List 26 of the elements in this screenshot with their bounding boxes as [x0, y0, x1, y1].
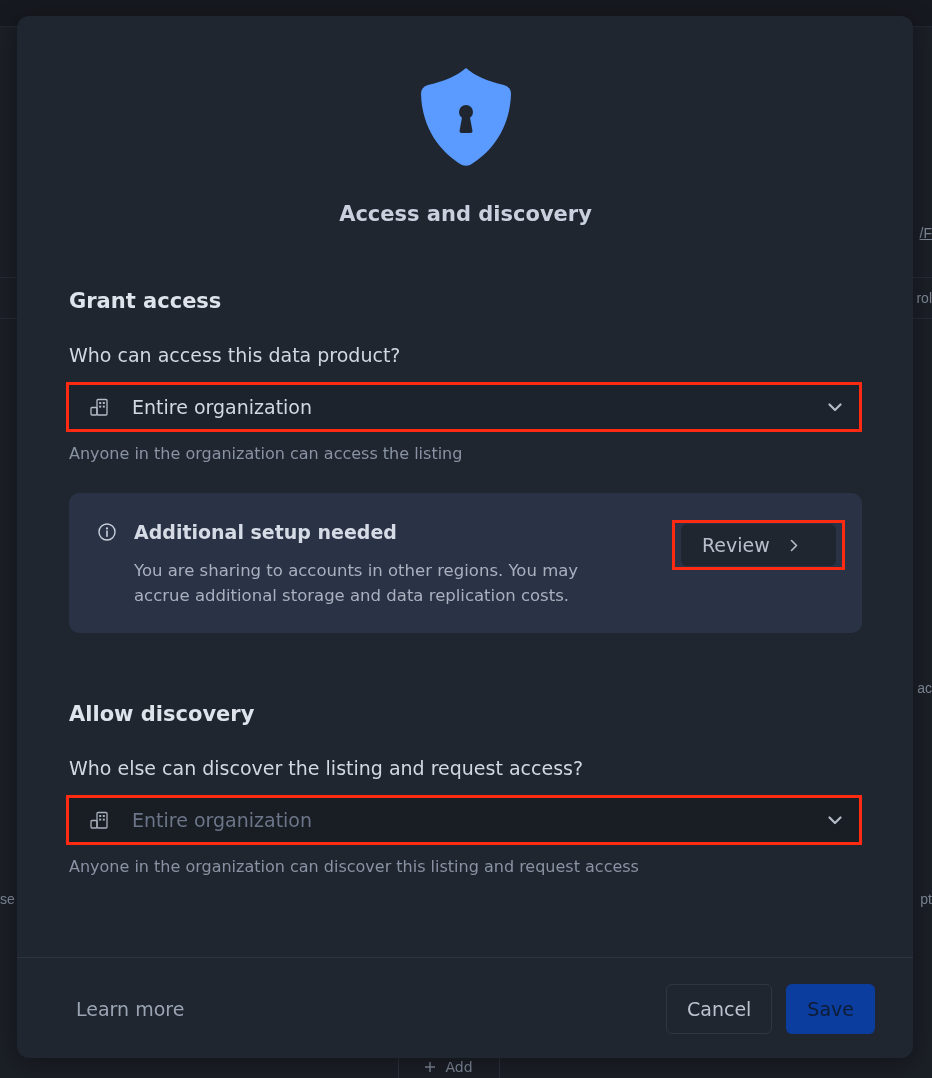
page-text-fragment: pt	[920, 891, 932, 907]
chevron-right-icon	[789, 538, 798, 552]
building-icon	[90, 811, 108, 829]
chevron-down-icon	[828, 815, 842, 825]
hint-text: Anyone in the organization can access the listing	[69, 443, 464, 465]
plus-icon	[425, 1062, 436, 1072]
dialog-title: Access and discovery	[339, 201, 592, 228]
hint-text: Anyone in the organization can discover this listing and request access	[69, 856, 640, 878]
cancel-button[interactable]: Cancel	[666, 984, 773, 1034]
notice-text: You are sharing to accounts in other regions. You may accrue additional storage and data replication costs.	[134, 560, 580, 607]
review-button[interactable]: Review	[681, 524, 836, 566]
page-link-fragment[interactable]: /F	[919, 225, 932, 241]
building-icon	[90, 398, 108, 416]
page-text-fragment: rol	[916, 290, 932, 306]
page-text-fragment: se	[0, 891, 15, 907]
field-label: Who can access this data product?	[69, 343, 402, 367]
info-icon	[98, 523, 116, 541]
chevron-down-icon	[828, 402, 842, 412]
select-field[interactable]: Entire organization	[69, 385, 859, 429]
field-label: Who else can discover the listing and request access?	[69, 756, 585, 780]
section-heading: Allow discovery	[69, 701, 256, 728]
shield-keyhole-icon	[420, 68, 511, 166]
section-heading: Grant access	[69, 288, 223, 315]
learn-more-link[interactable]: Learn more	[69, 990, 192, 1028]
notice-title: Additional setup needed	[134, 520, 398, 544]
page-text-fragment: ac	[917, 680, 932, 696]
